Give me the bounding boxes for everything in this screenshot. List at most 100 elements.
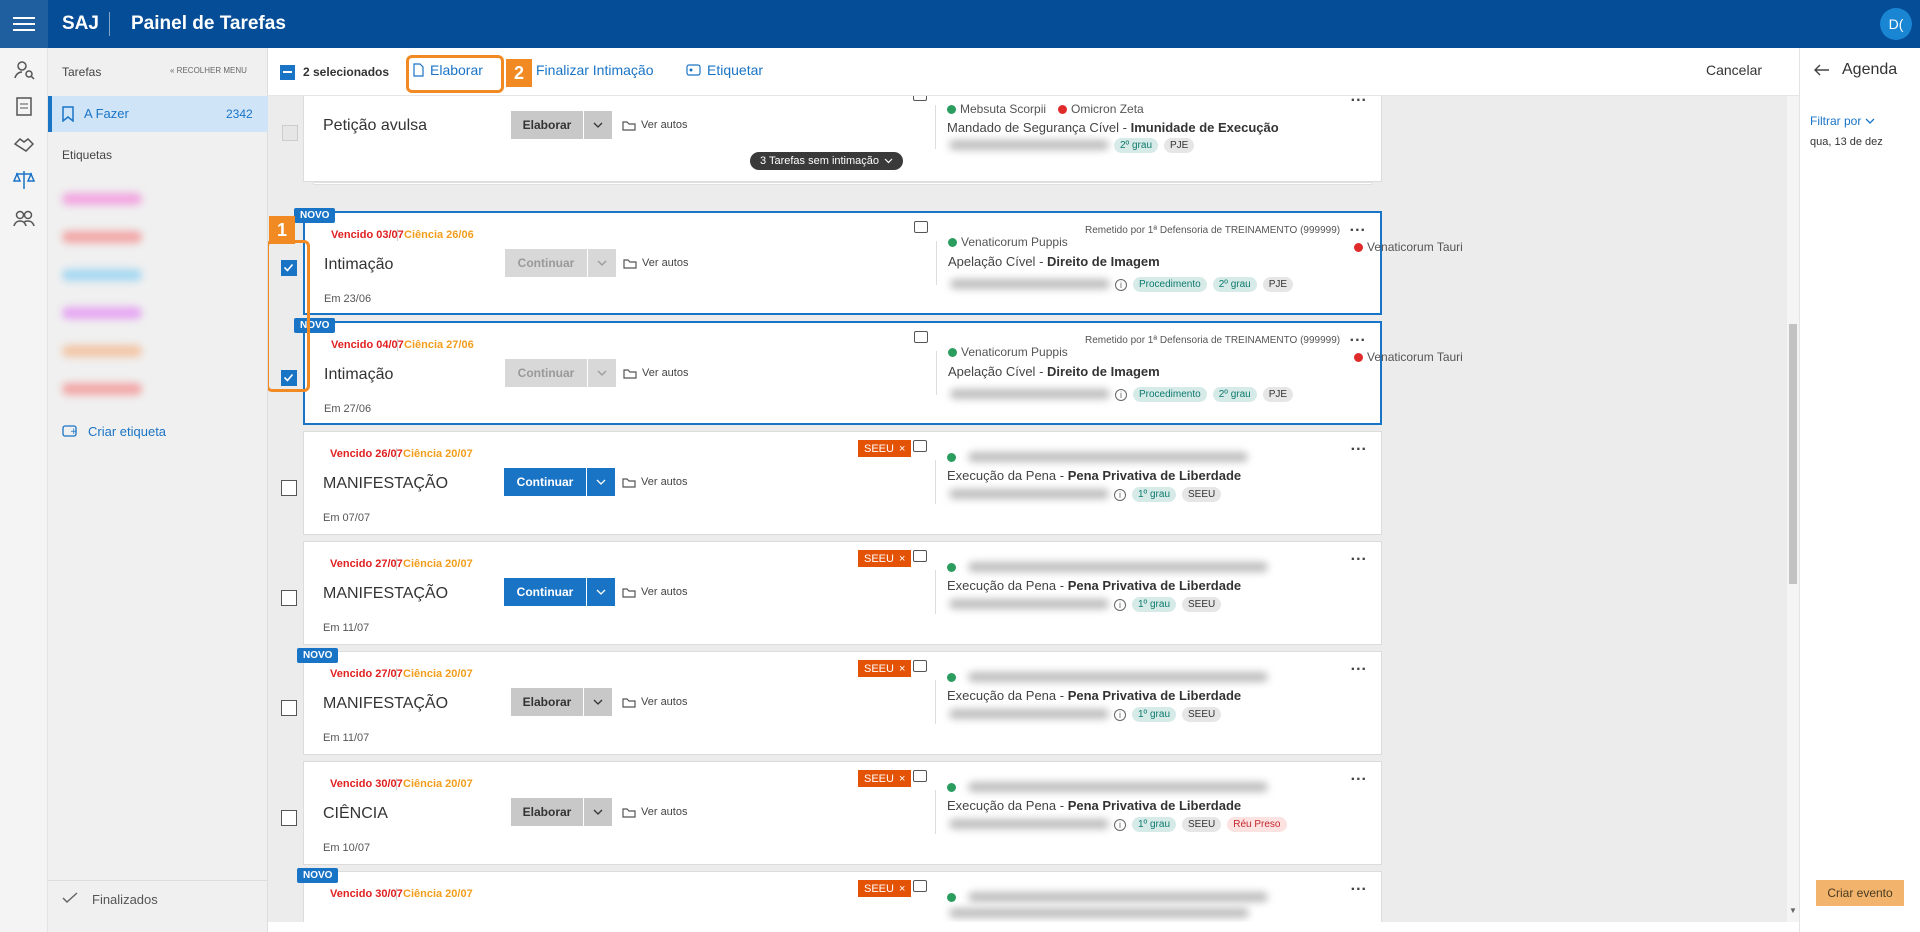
task-card[interactable]: Vencido 26/07 Ciência 20/07 MANIFESTAÇÃO… bbox=[303, 431, 1382, 535]
task-action-button[interactable]: Elaborar bbox=[511, 688, 583, 716]
task-card[interactable]: Vencido 27/07 Ciência 20/07 MANIFESTAÇÃO… bbox=[303, 541, 1382, 645]
tag-add-icon[interactable] bbox=[913, 770, 927, 782]
person-search-icon[interactable] bbox=[12, 58, 36, 82]
scroll-down-arrow-icon[interactable]: ▼ bbox=[1789, 906, 1797, 915]
select-all-checkbox[interactable] bbox=[280, 65, 295, 80]
task-list: Petição avulsa Elaborar Ver autos ... Me… bbox=[268, 96, 1799, 922]
task-card[interactable]: Vencido 30/07 Ciência 20/07 SEEU × ... bbox=[303, 871, 1382, 922]
tag-item[interactable] bbox=[62, 345, 142, 357]
tag-add-icon[interactable] bbox=[913, 660, 927, 672]
more-options-icon[interactable]: ... bbox=[1350, 219, 1366, 235]
cancel-button[interactable]: Cancelar bbox=[1706, 62, 1762, 78]
task-card[interactable]: Vencido 27/07 Ciência 20/07 MANIFESTAÇÃO… bbox=[303, 651, 1382, 755]
task-checkbox[interactable] bbox=[281, 700, 297, 716]
remove-tag-icon[interactable]: × bbox=[899, 553, 905, 565]
tag-item[interactable] bbox=[62, 307, 142, 319]
more-options-icon[interactable]: ... bbox=[1351, 96, 1367, 105]
info-icon[interactable]: i bbox=[1114, 818, 1126, 831]
remove-tag-icon[interactable]: × bbox=[899, 773, 905, 785]
info-icon[interactable]: i bbox=[1115, 278, 1127, 291]
back-arrow-icon[interactable] bbox=[1814, 64, 1830, 76]
task-action-button[interactable]: Continuar bbox=[504, 578, 586, 606]
etiquetar-button[interactable]: Etiquetar bbox=[686, 62, 763, 78]
info-icon[interactable]: i bbox=[1114, 708, 1126, 721]
tag-item[interactable] bbox=[62, 383, 142, 395]
task-action-dropdown[interactable] bbox=[588, 359, 616, 387]
tag-add-icon[interactable] bbox=[913, 440, 927, 452]
more-options-icon[interactable]: ... bbox=[1351, 878, 1367, 894]
task-checkbox[interactable] bbox=[282, 125, 298, 141]
remove-tag-icon[interactable]: × bbox=[899, 663, 905, 675]
create-tag-link[interactable]: + Criar etiqueta bbox=[62, 424, 166, 439]
info-icon[interactable]: i bbox=[1114, 488, 1126, 501]
party-passive-row: Venaticorum Tauri bbox=[1354, 350, 1463, 364]
more-options-icon[interactable]: ... bbox=[1351, 548, 1367, 564]
info-icon[interactable]: i bbox=[1115, 388, 1127, 401]
task-action-button[interactable]: Continuar bbox=[505, 359, 587, 387]
ver-autos-link[interactable]: Ver autos bbox=[622, 806, 687, 818]
remove-tag-icon[interactable]: × bbox=[899, 443, 905, 455]
task-action-button[interactable]: Continuar bbox=[505, 249, 587, 277]
scales-icon[interactable] bbox=[12, 168, 36, 192]
hamburger-menu-icon[interactable] bbox=[0, 0, 48, 48]
seeu-tag[interactable]: SEEU × bbox=[858, 660, 912, 677]
tag-item[interactable] bbox=[62, 193, 142, 205]
task-card[interactable]: Vencido 04/07 Ciência 27/06 Intimação Em… bbox=[303, 321, 1382, 425]
seeu-tag[interactable]: SEEU × bbox=[858, 770, 912, 787]
filter-dropdown[interactable]: Filtrar por bbox=[1810, 114, 1875, 128]
tarefas-heading: Tarefas bbox=[62, 65, 102, 79]
seeu-tag[interactable]: SEEU × bbox=[858, 440, 912, 457]
party-active: Mebsuta Scorpii bbox=[947, 102, 1046, 116]
remove-tag-icon[interactable]: × bbox=[899, 883, 905, 895]
ver-autos-link[interactable]: Ver autos bbox=[623, 257, 688, 269]
scrollbar-thumb[interactable] bbox=[1789, 324, 1797, 584]
task-card[interactable]: Vencido 30/07 Ciência 20/07 CIÊNCIA Em 1… bbox=[303, 761, 1382, 865]
clipboard-icon[interactable] bbox=[12, 94, 36, 118]
ver-autos-link[interactable]: Ver autos bbox=[622, 119, 687, 131]
tag-add-icon[interactable] bbox=[914, 221, 928, 233]
task-checkbox[interactable] bbox=[281, 590, 297, 606]
more-options-icon[interactable]: ... bbox=[1351, 768, 1367, 784]
task-action-dropdown[interactable] bbox=[584, 111, 612, 139]
agenda-header[interactable]: Agenda bbox=[1814, 61, 1897, 79]
task-action-dropdown[interactable] bbox=[584, 798, 612, 826]
task-action-dropdown[interactable] bbox=[588, 249, 616, 277]
task-action-dropdown[interactable] bbox=[587, 578, 615, 606]
ver-autos-link[interactable]: Ver autos bbox=[622, 696, 687, 708]
info-icon[interactable]: i bbox=[1114, 598, 1126, 611]
task-card[interactable]: Vencido 03/07 Ciência 26/06 Intimação Em… bbox=[303, 211, 1382, 315]
tag-item[interactable] bbox=[62, 269, 142, 281]
finalizar-intimacao-button[interactable]: Finalizar Intimação bbox=[536, 62, 654, 78]
tag-add-icon[interactable] bbox=[913, 880, 927, 892]
group-toggle[interactable]: 3 Tarefas sem intimação bbox=[750, 152, 904, 170]
ver-autos-link[interactable]: Ver autos bbox=[623, 367, 688, 379]
task-checkbox[interactable] bbox=[281, 810, 297, 826]
finalizados-button[interactable]: Finalizados bbox=[48, 880, 268, 916]
collapse-menu-button[interactable]: « RECOLHER MENU bbox=[170, 66, 247, 75]
ver-autos-link[interactable]: Ver autos bbox=[622, 476, 687, 488]
seeu-tag[interactable]: SEEU × bbox=[858, 880, 912, 897]
task-list-scrollbar[interactable]: ▼ bbox=[1787, 96, 1799, 922]
tag-add-icon[interactable] bbox=[913, 550, 927, 562]
more-options-icon[interactable]: ... bbox=[1351, 438, 1367, 454]
ver-autos-link[interactable]: Ver autos bbox=[622, 586, 687, 598]
task-checkbox[interactable] bbox=[281, 480, 297, 496]
tag-add-icon[interactable] bbox=[914, 331, 928, 343]
handshake-icon[interactable] bbox=[12, 132, 36, 156]
task-action-button[interactable]: Elaborar bbox=[511, 111, 583, 139]
seeu-tag[interactable]: SEEU × bbox=[858, 550, 912, 567]
create-event-button[interactable]: Criar evento bbox=[1816, 880, 1904, 906]
user-avatar[interactable]: D( bbox=[1880, 8, 1912, 40]
more-options-icon[interactable]: ... bbox=[1351, 658, 1367, 674]
task-action-button[interactable]: Elaborar bbox=[511, 798, 583, 826]
task-action-dropdown[interactable] bbox=[587, 468, 615, 496]
brand-logo[interactable]: SAJ bbox=[62, 13, 99, 35]
sidebar-item-a-fazer[interactable]: A Fazer 2342 bbox=[48, 96, 268, 132]
tag-add-icon[interactable] bbox=[913, 96, 927, 101]
group-icon[interactable] bbox=[12, 206, 36, 230]
task-action-button[interactable]: Continuar bbox=[504, 468, 586, 496]
tag-item[interactable] bbox=[62, 231, 142, 243]
more-options-icon[interactable]: ... bbox=[1350, 329, 1366, 345]
task-action-dropdown[interactable] bbox=[584, 688, 612, 716]
party-passive-row: Venaticorum Tauri bbox=[1354, 240, 1463, 254]
